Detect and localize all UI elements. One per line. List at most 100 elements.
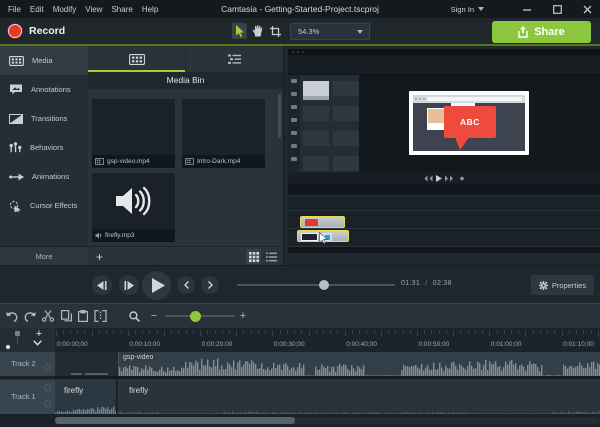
media-item-Intro-Dark.mp4[interactable]: Intro-Dark.mp4 xyxy=(182,99,265,168)
playback-controls: 01:31 / 02:38 Properties xyxy=(0,265,600,303)
sidebar-more-button[interactable]: More xyxy=(0,246,88,265)
video-mini-tracks xyxy=(288,194,600,247)
sign-in-button[interactable]: Sign In xyxy=(451,0,484,18)
media-bin-scrollbar[interactable] xyxy=(278,94,281,138)
list-view-button[interactable] xyxy=(264,249,279,264)
cut-button[interactable] xyxy=(40,308,56,324)
previous-clip-button[interactable] xyxy=(177,276,195,294)
icon xyxy=(95,232,102,239)
chevron-down-icon xyxy=(357,29,363,34)
video-mini-canvas: ABC xyxy=(359,75,600,180)
timeline-ruler[interactable]: 0:00:00;00 0:00:10;00 0:00:20;00 0:00:30;00… xyxy=(55,328,600,352)
collapse-tracks-button[interactable] xyxy=(33,340,42,346)
add-track-button[interactable]: + xyxy=(32,328,46,340)
step-backward-button[interactable] xyxy=(92,275,112,295)
media-item-gsp-video.mp4[interactable]: gsp-video.mp4 xyxy=(92,99,175,168)
track-1-lane[interactable]: firefly firefly xyxy=(55,379,600,414)
timeline-zoom-thumb[interactable] xyxy=(190,310,201,322)
ruler-tick xyxy=(510,330,512,334)
browser-dot xyxy=(415,98,417,100)
ruler-tick xyxy=(323,330,324,334)
split-button[interactable] xyxy=(92,308,108,324)
clip-label: gsp-video xyxy=(123,354,154,361)
ruler-tick xyxy=(402,330,404,334)
ruler-tick xyxy=(142,330,144,334)
gutter-dot-icon xyxy=(6,345,10,349)
abc-callout: ABC xyxy=(444,106,496,138)
share-button[interactable]: Share xyxy=(492,21,591,43)
share-label: Share xyxy=(534,26,565,38)
scissors-icon xyxy=(42,310,54,322)
add-media-button[interactable]: + xyxy=(92,249,107,264)
video-frame[interactable]: ABC xyxy=(288,49,600,253)
ruler-tick xyxy=(106,330,108,334)
media-item-firefly.mp3[interactable]: firefly.mp3 xyxy=(92,173,175,242)
track-2-header[interactable]: Track 2 xyxy=(0,352,55,376)
seek-slider-thumb[interactable] xyxy=(319,280,329,290)
close-button[interactable] xyxy=(583,5,592,14)
undo-button[interactable] xyxy=(4,308,20,324)
next-clip-button[interactable] xyxy=(201,276,219,294)
sidebar-item-cursor-effects[interactable]: Cursor Effects xyxy=(0,191,88,220)
ruler-tick xyxy=(62,330,64,334)
track-height-knob[interactable] xyxy=(15,331,20,336)
track-1-eye-icon[interactable] xyxy=(44,384,51,391)
clip-firefly-2[interactable]: firefly xyxy=(118,379,600,414)
clip-gsp-video[interactable]: gsp-video xyxy=(118,352,600,376)
media-bin-title: Media Bin xyxy=(88,72,283,89)
timeline-zoom-slider[interactable] xyxy=(165,310,235,322)
video-titlebar-dot xyxy=(297,51,299,53)
crop-tool-button[interactable] xyxy=(268,23,283,39)
timeline-scrollbar-thumb[interactable] xyxy=(55,417,295,424)
minimize-icon xyxy=(523,8,531,11)
timeline-horizontal-scrollbar[interactable] xyxy=(55,417,600,424)
sidebar-item-animations[interactable]: Animations xyxy=(0,162,88,191)
copy-button[interactable] xyxy=(58,308,74,324)
video-mini-header xyxy=(288,55,600,75)
ruler-tick xyxy=(518,330,520,334)
ruler-tick xyxy=(438,330,440,334)
total-time: 02:38 xyxy=(432,280,452,287)
grid-view-button[interactable] xyxy=(246,249,261,264)
minimize-button[interactable] xyxy=(523,5,532,14)
ruler-tick xyxy=(171,330,173,334)
animations-icon xyxy=(9,173,24,181)
timeline-zoom-out-button[interactable]: − xyxy=(147,308,161,324)
track-2-lock-icon[interactable] xyxy=(44,364,51,371)
media-item-caption: firefly.mp3 xyxy=(92,229,175,242)
record-button[interactable]: Record xyxy=(8,21,65,41)
track-1-header[interactable]: Track 1 xyxy=(0,379,55,414)
tab-library[interactable] xyxy=(185,46,283,72)
track-1-lock-icon[interactable] xyxy=(44,400,51,407)
video-mini-sidebar xyxy=(288,75,300,180)
sidebar-item-behaviors[interactable]: Behaviors xyxy=(0,133,88,162)
track-2-name: Track 2 xyxy=(11,359,36,368)
zoom-level-dropdown[interactable]: 54.3% xyxy=(290,23,370,40)
pan-tool-button[interactable] xyxy=(250,23,265,39)
grid-view-icon xyxy=(248,251,259,262)
chevron-right-icon xyxy=(207,281,213,289)
play-button[interactable] xyxy=(142,271,171,300)
video-mini-sidebar-icon xyxy=(291,79,297,83)
step-forward-button[interactable] xyxy=(119,275,139,295)
sidebar-items: Media Annotations Transitions Behaviors Anim… xyxy=(0,46,88,220)
select-tool-button[interactable] xyxy=(232,23,247,39)
timeline-zoom-in-button[interactable]: + xyxy=(236,308,250,324)
seek-slider[interactable] xyxy=(237,280,395,290)
video-titlebar-dot xyxy=(302,51,304,53)
properties-button[interactable]: Properties xyxy=(531,275,594,295)
sidebar-item-annotations[interactable]: Annotations xyxy=(0,75,88,104)
abc-callout-tail xyxy=(455,137,469,150)
maximize-button[interactable] xyxy=(553,4,562,14)
ruler-tick xyxy=(236,330,238,336)
track-2-lane[interactable]: gsp-video xyxy=(55,352,600,376)
paste-button[interactable] xyxy=(75,308,91,324)
tab-media-bin[interactable] xyxy=(88,46,185,72)
sign-in-label: Sign In xyxy=(450,4,474,14)
redo-button[interactable] xyxy=(22,308,38,324)
clip-firefly-1[interactable]: firefly xyxy=(55,379,117,414)
sidebar-item-transitions[interactable]: Transitions xyxy=(0,104,88,133)
window-controls xyxy=(523,0,592,18)
video-mini-thumbnail xyxy=(333,131,359,146)
sidebar-item-media[interactable]: Media xyxy=(0,46,88,75)
